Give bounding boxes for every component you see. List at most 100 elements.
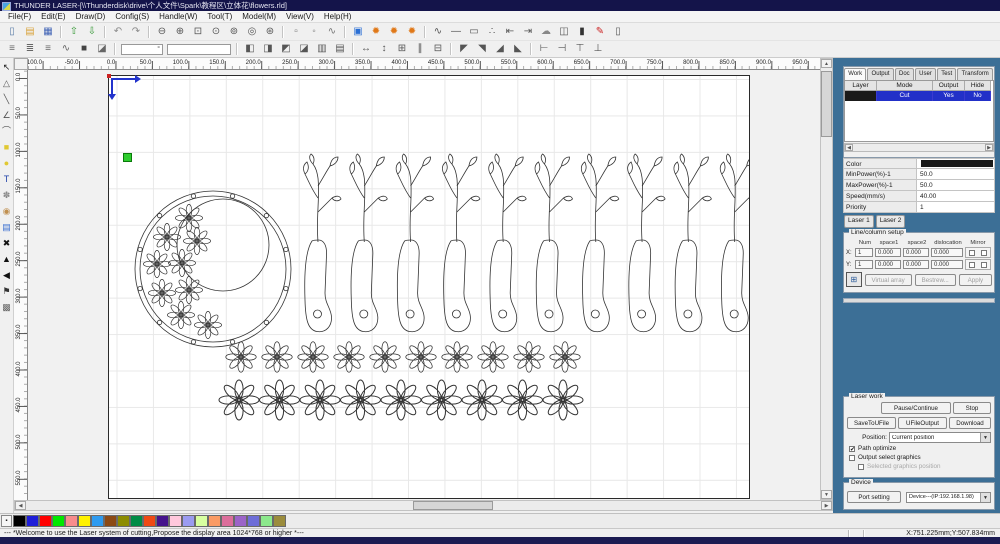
attach-left-icon[interactable]: ⊢ bbox=[536, 42, 552, 56]
menu-tool[interactable]: Tool(T) bbox=[202, 12, 237, 21]
canvas-viewport[interactable] bbox=[28, 70, 820, 500]
port-setting-button[interactable]: Port setting bbox=[847, 491, 901, 503]
corner-top-right-icon[interactable]: ◥ bbox=[474, 42, 490, 56]
cloud-mark-icon[interactable]: ☁ bbox=[538, 25, 554, 39]
checkbox-selected-graphics-position[interactable] bbox=[858, 464, 864, 470]
layer-row[interactable]: CutYesNo bbox=[845, 91, 993, 101]
device-combo[interactable]: Device---(IP:192.168.1.98) ▼ bbox=[906, 492, 991, 503]
node-edit-icon[interactable]: ∴ bbox=[484, 25, 500, 39]
move-up-tool-icon[interactable]: ▲ bbox=[0, 251, 13, 267]
tree-outline[interactable] bbox=[720, 154, 749, 332]
curve-tool-icon[interactable]: ⌒ bbox=[0, 123, 13, 139]
work-page[interactable] bbox=[108, 75, 750, 499]
checkbox-path-optimize[interactable]: ✔ bbox=[849, 446, 855, 452]
scroll-left-icon[interactable]: ◀ bbox=[15, 501, 26, 510]
corner-bottom-right-icon[interactable]: ◢ bbox=[492, 42, 508, 56]
laser-flag-tool-icon[interactable]: ⚑ bbox=[0, 283, 13, 299]
tab-user[interactable]: User bbox=[915, 68, 936, 80]
mirror-checkbox[interactable] bbox=[969, 262, 975, 268]
pause-continue-button[interactable]: Pause/Continue bbox=[881, 402, 951, 414]
layer-mode[interactable]: Cut bbox=[877, 91, 933, 101]
design-artwork[interactable] bbox=[109, 76, 749, 498]
distribute-v-icon[interactable]: ⊟ bbox=[430, 42, 446, 56]
go-origin-icon[interactable]: ⇤ bbox=[502, 25, 518, 39]
distribute-h-icon[interactable]: ∥ bbox=[412, 42, 428, 56]
align-bottom-icon[interactable]: ◪ bbox=[296, 42, 312, 56]
pick-point-icon[interactable]: ◦ bbox=[306, 25, 322, 39]
curve-handle-icon[interactable]: ∿ bbox=[58, 42, 74, 56]
palette-swatch[interactable] bbox=[65, 515, 78, 527]
array-space1-field[interactable]: 0.000 bbox=[875, 260, 901, 269]
rotate-angle-field[interactable]: ° bbox=[121, 44, 163, 55]
layer-color-swatch[interactable] bbox=[845, 91, 877, 101]
tree-outline[interactable] bbox=[674, 154, 711, 332]
array-dislocation-field[interactable]: 0.000 bbox=[931, 260, 963, 269]
tab-work[interactable]: Work bbox=[844, 68, 866, 80]
position-combo[interactable]: Current position ▼ bbox=[889, 432, 991, 443]
curve-smooth-icon[interactable]: ∿ bbox=[430, 25, 446, 39]
export-ufile-icon[interactable]: ⇩ bbox=[84, 25, 100, 39]
menu-view[interactable]: View(V) bbox=[281, 12, 319, 21]
pen-width-1-icon[interactable]: ≡ bbox=[4, 42, 20, 56]
attach-right-icon[interactable]: ⊣ bbox=[554, 42, 570, 56]
menu-config[interactable]: Config(S) bbox=[110, 12, 154, 21]
palette-swatch[interactable] bbox=[247, 515, 260, 527]
layer-scroll-right-icon[interactable]: ▶ bbox=[985, 144, 993, 151]
palette-swatch[interactable] bbox=[143, 515, 156, 527]
wreath-flower-outline[interactable] bbox=[175, 204, 202, 231]
align-left-icon[interactable]: ◧ bbox=[242, 42, 258, 56]
menu-model[interactable]: Model(M) bbox=[237, 12, 281, 21]
palette-swatch[interactable] bbox=[208, 515, 221, 527]
flower-outline[interactable] bbox=[550, 342, 580, 372]
sphere-tool-icon[interactable]: ◉ bbox=[0, 203, 13, 219]
horizontal-scroll-thumb[interactable] bbox=[413, 501, 493, 510]
laser1-tab[interactable]: Laser 1 bbox=[844, 215, 874, 228]
gauge-bar-icon[interactable]: ▯ bbox=[610, 25, 626, 39]
palette-swatch[interactable] bbox=[104, 515, 117, 527]
go-end-icon[interactable]: ⇥ bbox=[520, 25, 536, 39]
flower-outline[interactable] bbox=[381, 380, 421, 420]
pen-width-3-icon[interactable]: ≡ bbox=[40, 42, 56, 56]
palette-swatch[interactable] bbox=[195, 515, 208, 527]
laser2-tab[interactable]: Laser 2 bbox=[876, 215, 906, 228]
preview-screen-icon[interactable]: ▣ bbox=[350, 25, 366, 39]
move-left-tool-icon[interactable]: ◀ bbox=[0, 267, 13, 283]
flower-outline[interactable] bbox=[462, 380, 502, 420]
zoom-all-icon[interactable]: ⊙ bbox=[208, 25, 224, 39]
palette-swatch[interactable] bbox=[26, 515, 39, 527]
palette-swatch[interactable] bbox=[39, 515, 52, 527]
mirror-checkbox[interactable] bbox=[969, 250, 975, 256]
palette-swatch[interactable] bbox=[234, 515, 247, 527]
property-value[interactable]: 1 bbox=[917, 202, 995, 213]
array-space2-field[interactable]: 0.000 bbox=[903, 260, 929, 269]
bestrew-button[interactable]: Bestrew... bbox=[915, 274, 956, 286]
flower-outline[interactable] bbox=[300, 380, 340, 420]
ufile-output-button[interactable]: UFileOutput bbox=[898, 417, 947, 429]
flower-outline[interactable] bbox=[334, 342, 364, 372]
wreath-flower-outline[interactable] bbox=[153, 223, 180, 250]
menu-draw[interactable]: Draw(D) bbox=[71, 12, 111, 21]
canvas-horizontal-scrollbar[interactable]: ◀ ▶ bbox=[14, 500, 833, 511]
scan-tool-icon[interactable]: ▤ bbox=[0, 219, 13, 235]
flower-outline[interactable] bbox=[543, 380, 583, 420]
zoom-select-icon[interactable]: ⊚ bbox=[226, 25, 242, 39]
download-button[interactable]: Download bbox=[949, 417, 991, 429]
mirror-checkbox[interactable] bbox=[981, 250, 987, 256]
align-top-icon[interactable]: ◩ bbox=[278, 42, 294, 56]
wreath-flower-outline[interactable] bbox=[167, 301, 194, 328]
flower-outline[interactable] bbox=[478, 342, 508, 372]
corner-bottom-left-icon[interactable]: ◣ bbox=[510, 42, 526, 56]
mirror-checkbox[interactable] bbox=[981, 262, 987, 268]
scroll-up-icon[interactable]: ▲ bbox=[821, 59, 832, 68]
undo-icon[interactable]: ↶ bbox=[110, 25, 126, 39]
property-value[interactable]: 40.00 bbox=[917, 191, 995, 202]
flower-outline[interactable] bbox=[406, 342, 436, 372]
view-frame-icon[interactable]: ▫ bbox=[288, 25, 304, 39]
battery-icon[interactable]: ▮ bbox=[574, 25, 590, 39]
tree-outline[interactable] bbox=[442, 154, 479, 332]
anchor-marker[interactable] bbox=[123, 153, 132, 162]
palette-swatch[interactable] bbox=[182, 515, 195, 527]
palette-swatch[interactable] bbox=[156, 515, 169, 527]
tree-outline[interactable] bbox=[350, 154, 387, 332]
tab-output[interactable]: Output bbox=[867, 68, 893, 80]
